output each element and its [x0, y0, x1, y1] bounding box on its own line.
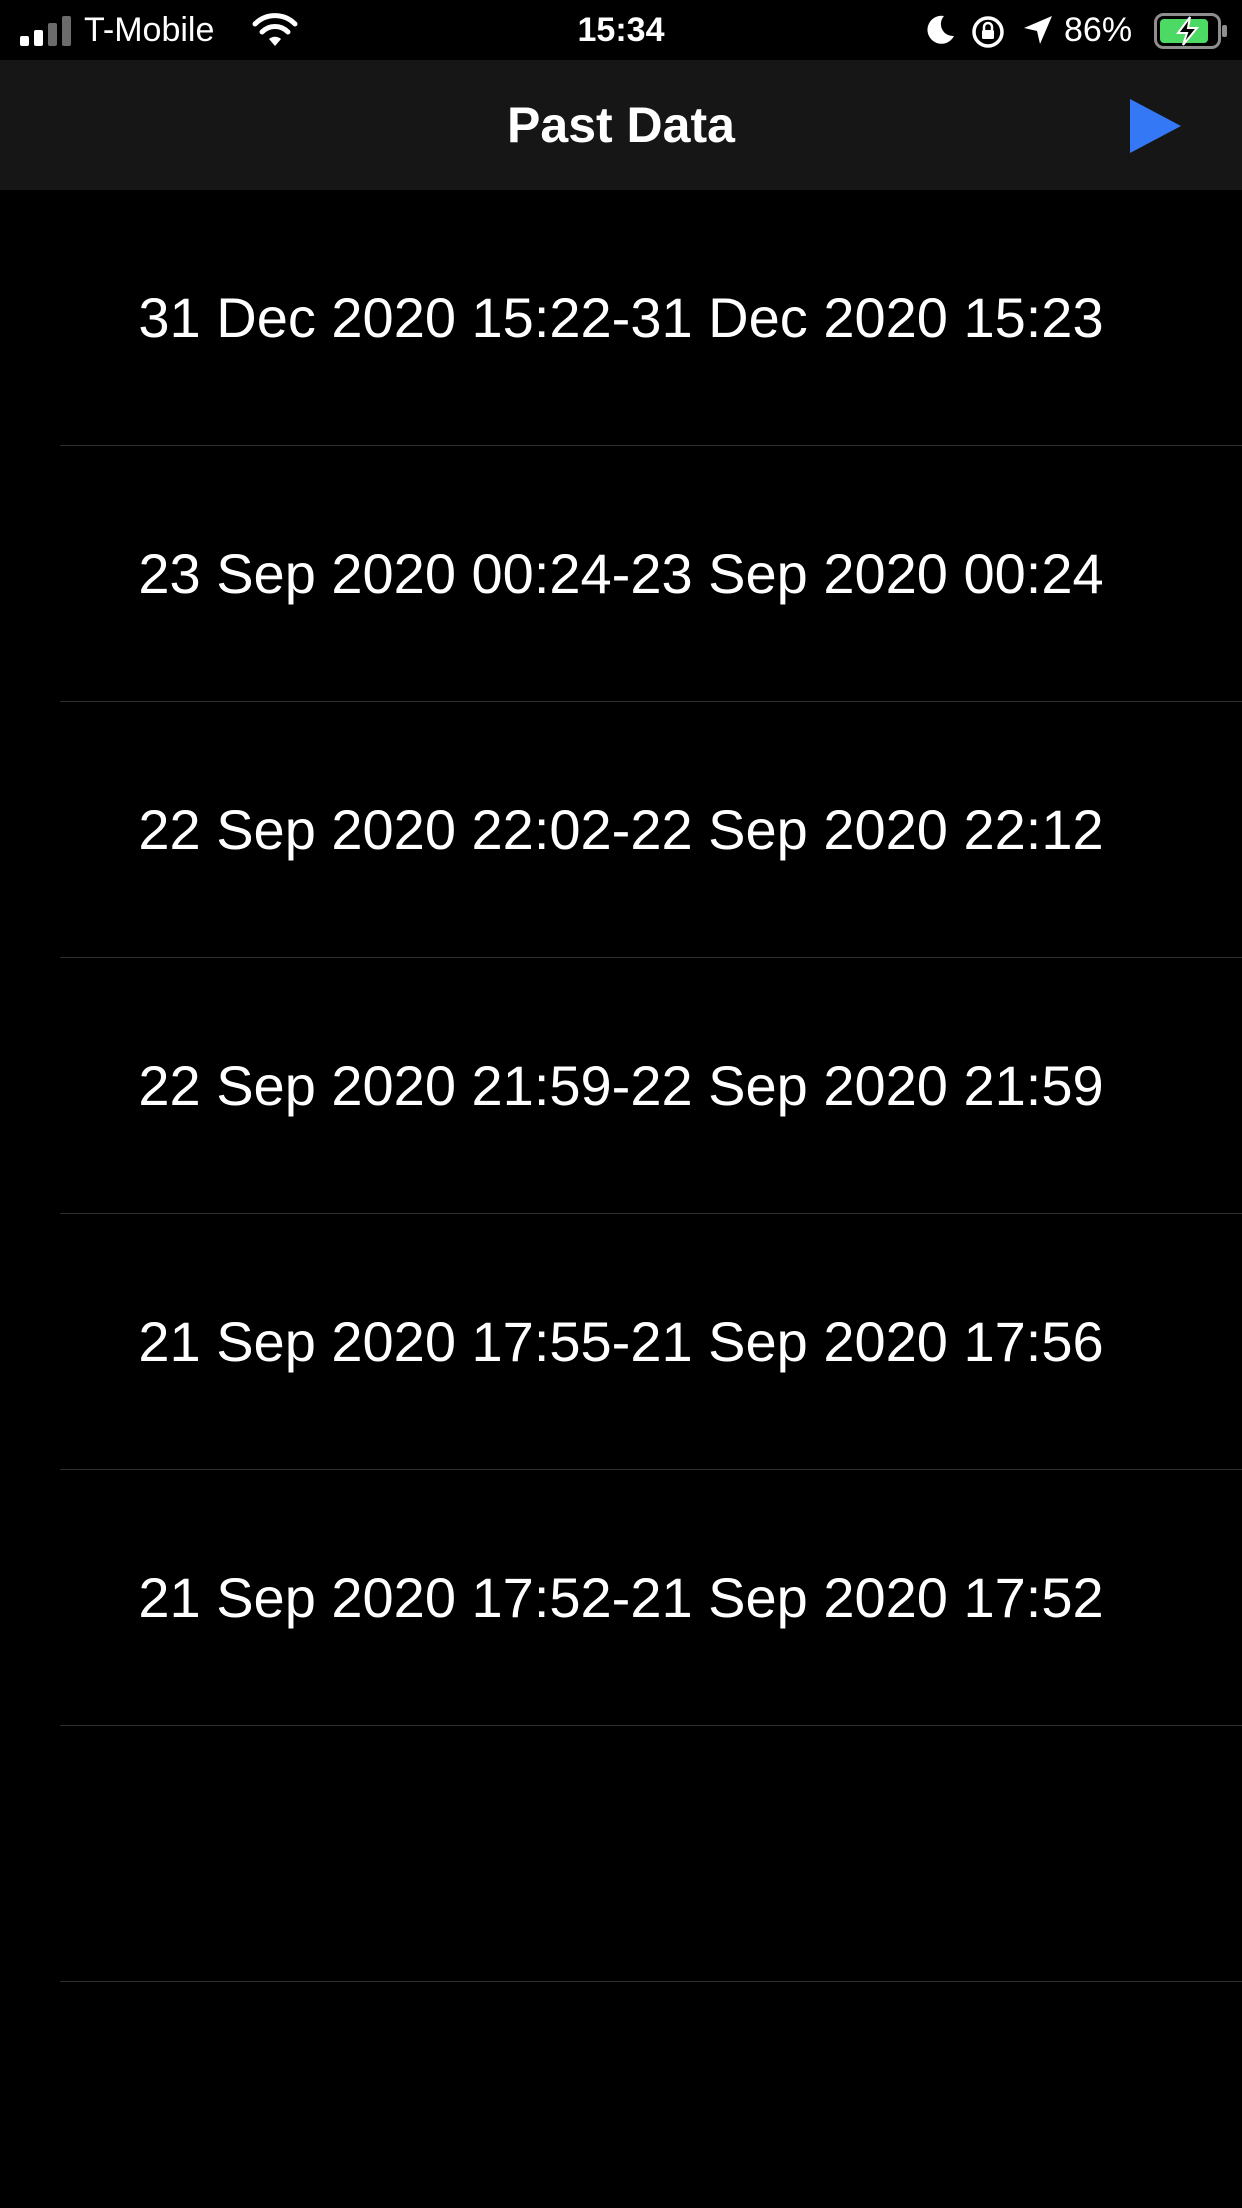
list-item-label: 31 Dec 2020 15:22-31 Dec 2020 15:23: [138, 286, 1104, 349]
separator: [60, 1981, 1242, 1982]
list-item[interactable]: 31 Dec 2020 15:22-31 Dec 2020 15:23: [0, 190, 1242, 446]
list-item-label: [0, 1726, 1242, 1982]
list-item-empty: [0, 1726, 1242, 1982]
nav-bar: Past Data: [0, 60, 1242, 190]
past-data-list: 31 Dec 2020 15:22-31 Dec 2020 15:23 23 S…: [0, 190, 1242, 1982]
list-item-label: 22 Sep 2020 21:59-22 Sep 2020 21:59: [138, 1054, 1104, 1117]
list-item-label: 21 Sep 2020 17:55-21 Sep 2020 17:56: [138, 1310, 1104, 1373]
list-item-label: 22 Sep 2020 22:02-22 Sep 2020 22:12: [138, 798, 1104, 861]
list-item[interactable]: 23 Sep 2020 00:24-23 Sep 2020 00:24: [0, 446, 1242, 702]
status-time: 15:34: [577, 11, 665, 49]
status-bar: T-Mobile 15:34 86%: [0, 0, 1242, 60]
battery-percent: 86%: [1064, 11, 1133, 49]
list-item-label: 23 Sep 2020 00:24-23 Sep 2020 00:24: [138, 542, 1104, 605]
battery-icon: [1154, 13, 1227, 49]
list-item-label: 21 Sep 2020 17:52-21 Sep 2020 17:52: [138, 1566, 1104, 1629]
list-item[interactable]: 22 Sep 2020 21:59-22 Sep 2020 21:59: [0, 958, 1242, 1214]
list-item[interactable]: 21 Sep 2020 17:52-21 Sep 2020 17:52: [0, 1470, 1242, 1726]
play-icon[interactable]: [1126, 96, 1184, 156]
list-item[interactable]: 22 Sep 2020 22:02-22 Sep 2020 22:12: [0, 702, 1242, 958]
page-title: Past Data: [507, 97, 735, 153]
location-icon: [1024, 16, 1052, 44]
moon-icon: [927, 15, 954, 44]
orientation-lock-icon: [972, 16, 1004, 48]
list-item[interactable]: 21 Sep 2020 17:55-21 Sep 2020 17:56: [0, 1214, 1242, 1470]
